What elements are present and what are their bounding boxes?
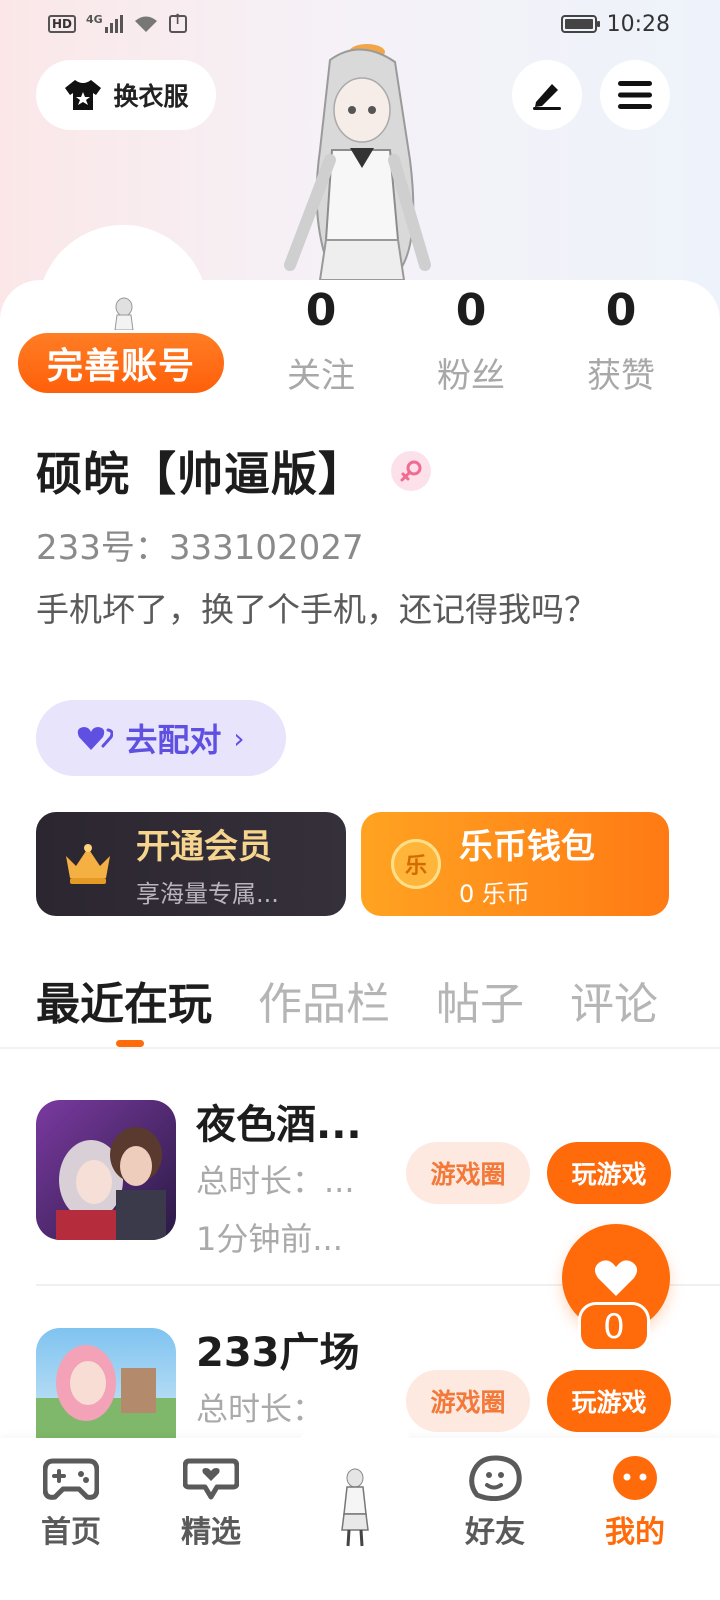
battery-icon xyxy=(560,15,600,33)
pencil-icon xyxy=(533,84,561,110)
game-duration-2: 总时长： xyxy=(196,1390,325,1428)
nav-friends-label: 好友 xyxy=(465,1515,525,1550)
game-circle-button-1[interactable]: 游戏圈 xyxy=(406,1142,530,1204)
hd-badge: HD xyxy=(48,15,77,33)
complete-account-button[interactable]: 完善账号 xyxy=(15,330,227,396)
wifi-icon xyxy=(134,16,157,32)
stat-followers[interactable]: 0 粉丝 xyxy=(396,282,546,397)
nav-featured-label: 精选 xyxy=(181,1515,241,1550)
likes-count: 0 xyxy=(605,285,637,336)
avatar-character[interactable] xyxy=(270,40,450,285)
membership-card[interactable]: 开通会员 享海量专属... xyxy=(36,812,346,916)
likes-label: 获赞 xyxy=(587,356,655,396)
user-id: 233号：333102027 xyxy=(36,528,364,568)
nav-me[interactable]: 我的 xyxy=(580,1455,690,1551)
following-count: 0 xyxy=(305,285,337,336)
match-label: 去配对 xyxy=(125,721,222,759)
tshirt-icon xyxy=(65,80,102,110)
game-icon-1[interactable] xyxy=(36,1100,176,1240)
active-tab-indicator xyxy=(116,1040,144,1047)
profile-face-icon xyxy=(613,1456,657,1500)
tab-comments[interactable]: 评论 xyxy=(570,968,658,1032)
following-label: 关注 xyxy=(287,356,355,396)
play-game-button-1[interactable]: 玩游戏 xyxy=(547,1142,671,1204)
like-count: 0 xyxy=(578,1302,650,1352)
heart-chat-icon xyxy=(183,1458,239,1500)
wallet-balance: 0 乐币 xyxy=(459,880,530,908)
nav-me-label: 我的 xyxy=(605,1515,665,1550)
stat-following[interactable]: 0 关注 xyxy=(246,282,396,397)
wallet-card[interactable]: 乐 乐币钱包 0 乐币 xyxy=(361,812,669,916)
bio: 手机坏了，换了个手机，还记得我吗？ xyxy=(36,590,597,629)
crown-icon xyxy=(66,844,110,884)
game-name-1[interactable]: 夜色酒... xyxy=(196,1092,362,1150)
tab-divider xyxy=(0,1047,720,1049)
nav-avatar-character[interactable] xyxy=(320,1450,390,1550)
game-last-played-1: 1分钟前... xyxy=(196,1220,343,1258)
nav-home[interactable]: 首页 xyxy=(16,1455,126,1551)
coin-icon: 乐 xyxy=(391,839,441,889)
tab-works[interactable]: 作品栏 xyxy=(258,968,390,1032)
game-duration-1: 总时长：... xyxy=(196,1162,355,1200)
heart-icon xyxy=(594,1260,638,1296)
change-outfit-button[interactable]: 换衣服 xyxy=(36,60,216,130)
nav-featured[interactable]: 精选 xyxy=(156,1455,266,1551)
menu-button[interactable] xyxy=(600,60,670,130)
nav-friends[interactable]: 好友 xyxy=(440,1455,550,1551)
game-circle-button-2[interactable]: 游戏圈 xyxy=(406,1370,530,1432)
tab-posts[interactable]: 帖子 xyxy=(436,968,524,1032)
username: 硕皖【帅逼版】 xyxy=(36,447,365,501)
friend-face-icon xyxy=(469,1455,522,1501)
content-tabs: 最近在玩 作品栏 帖子 评论 xyxy=(36,968,658,1032)
tab-recently-played[interactable]: 最近在玩 xyxy=(36,968,212,1032)
change-outfit-label: 换衣服 xyxy=(113,82,189,111)
stat-likes[interactable]: 0 获赞 xyxy=(546,282,696,397)
followers-count: 0 xyxy=(455,285,487,336)
play-game-button-2[interactable]: 玩游戏 xyxy=(547,1370,671,1432)
match-button[interactable]: 去配对 › xyxy=(36,700,286,776)
signal-icon xyxy=(104,15,123,33)
edit-profile-button[interactable] xyxy=(512,60,582,130)
chevron-right-icon: › xyxy=(233,721,245,755)
username-row: 硕皖【帅逼版】 xyxy=(36,438,431,504)
membership-subtitle: 享海量专属... xyxy=(136,880,279,908)
female-gender-icon xyxy=(391,451,431,491)
hearts-icon xyxy=(78,727,114,750)
hamburger-menu-icon xyxy=(618,81,652,109)
gamepad-icon xyxy=(43,1458,99,1500)
upload-icon xyxy=(168,12,187,33)
wallet-title: 乐币钱包 xyxy=(459,827,595,867)
clock: 10:28 xyxy=(606,11,670,37)
membership-title: 开通会员 xyxy=(136,827,272,867)
game-icon-2[interactable] xyxy=(36,1328,176,1438)
network-type: 4G xyxy=(86,12,103,26)
nav-home-label: 首页 xyxy=(41,1515,101,1550)
followers-label: 粉丝 xyxy=(437,356,505,396)
game-name-2[interactable]: 233广场 xyxy=(196,1320,360,1378)
